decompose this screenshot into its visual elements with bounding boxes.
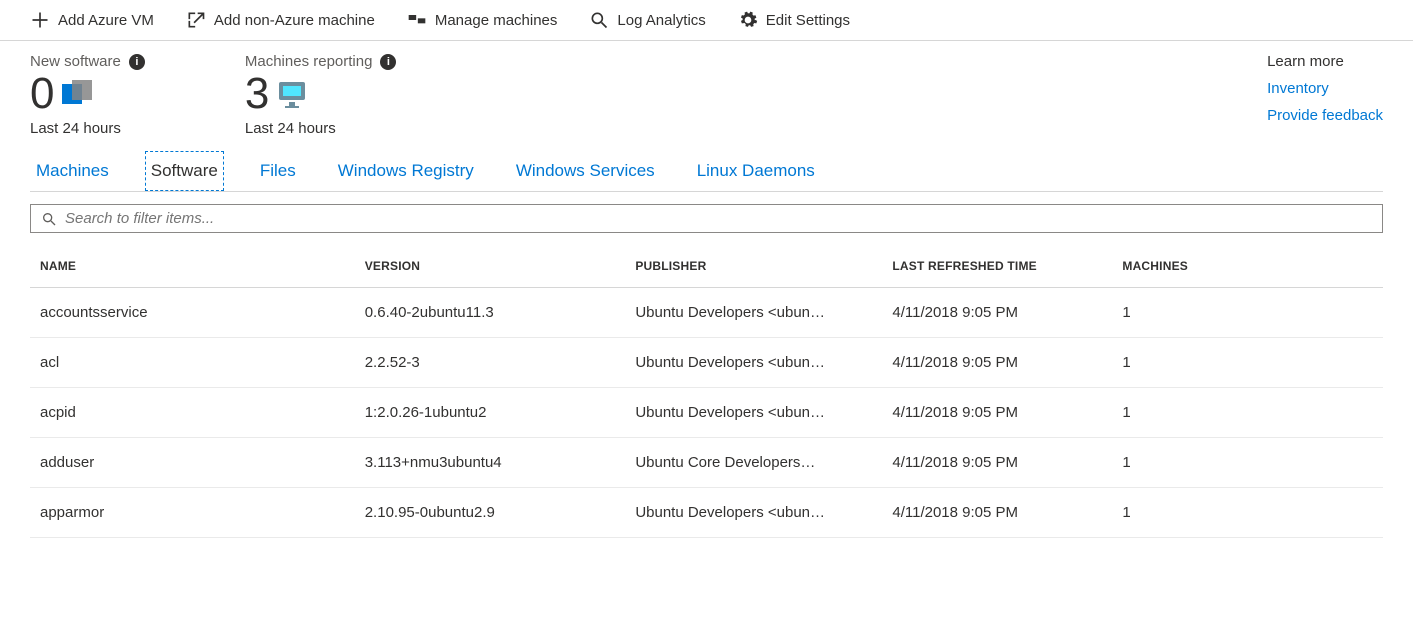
tab-software[interactable]: Software — [145, 151, 224, 191]
table-row[interactable]: apparmor2.10.95-0ubuntu2.9Ubuntu Develop… — [30, 488, 1383, 538]
summary-row: New software i 0 Last 24 hours Machines … — [0, 41, 1413, 151]
info-icon[interactable]: i — [380, 54, 396, 70]
toolbar: Add Azure VM Add non-Azure machine Manag… — [0, 0, 1413, 41]
table-header-row: NAME VERSION PUBLISHER LAST REFRESHED TI… — [30, 245, 1383, 288]
manage-machines-button[interactable]: Manage machines — [407, 10, 558, 30]
cell-refreshed: 4/11/2018 9:05 PM — [882, 488, 1112, 538]
header-version[interactable]: VERSION — [355, 245, 626, 288]
cell-version: 3.113+nmu3ubuntu4 — [355, 438, 626, 488]
software-icon — [62, 80, 92, 108]
cell-publisher: Ubuntu Developers <ubun… — [625, 388, 882, 438]
cell-name: apparmor — [30, 488, 355, 538]
stat-new-software: New software i 0 Last 24 hours — [30, 53, 145, 137]
stat-machines-reporting-label: Machines reporting — [245, 53, 373, 70]
cell-machines: 1 — [1112, 388, 1383, 438]
plus-icon — [30, 10, 50, 30]
table-row[interactable]: acl2.2.52-3Ubuntu Developers <ubun…4/11/… — [30, 338, 1383, 388]
cell-machines: 1 — [1112, 338, 1383, 388]
inventory-link[interactable]: Inventory — [1267, 80, 1383, 97]
stat-machines-reporting-value: 3 — [245, 72, 269, 116]
info-icon[interactable]: i — [129, 54, 145, 70]
header-name[interactable]: NAME — [30, 245, 355, 288]
add-non-azure-label: Add non-Azure machine — [214, 12, 375, 29]
cell-version: 0.6.40-2ubuntu11.3 — [355, 288, 626, 338]
log-analytics-button[interactable]: Log Analytics — [589, 10, 705, 30]
header-refreshed[interactable]: LAST REFRESHED TIME — [882, 245, 1112, 288]
cell-name: acpid — [30, 388, 355, 438]
cell-refreshed: 4/11/2018 9:05 PM — [882, 388, 1112, 438]
cell-publisher: Ubuntu Core Developers… — [625, 438, 882, 488]
tab-services[interactable]: Windows Services — [510, 151, 661, 191]
learn-more-links: Learn more Inventory Provide feedback — [1267, 53, 1383, 137]
edit-settings-button[interactable]: Edit Settings — [738, 10, 850, 30]
cell-name: adduser — [30, 438, 355, 488]
learn-more-heading: Learn more — [1267, 53, 1383, 70]
cell-publisher: Ubuntu Developers <ubun… — [625, 288, 882, 338]
header-publisher[interactable]: PUBLISHER — [625, 245, 882, 288]
cell-version: 2.2.52-3 — [355, 338, 626, 388]
cell-refreshed: 4/11/2018 9:05 PM — [882, 288, 1112, 338]
table-row[interactable]: acpid1:2.0.26-1ubuntu2Ubuntu Developers … — [30, 388, 1383, 438]
machines-icon — [407, 10, 427, 30]
edit-settings-label: Edit Settings — [766, 12, 850, 29]
stat-machines-reporting: Machines reporting i 3 Last 24 hours — [245, 53, 397, 137]
external-link-icon — [186, 10, 206, 30]
search-icon — [41, 211, 57, 227]
add-non-azure-button[interactable]: Add non-Azure machine — [186, 10, 375, 30]
search-input[interactable] — [65, 210, 1372, 227]
feedback-link[interactable]: Provide feedback — [1267, 107, 1383, 124]
cell-refreshed: 4/11/2018 9:05 PM — [882, 338, 1112, 388]
cell-name: acl — [30, 338, 355, 388]
cell-refreshed: 4/11/2018 9:05 PM — [882, 438, 1112, 488]
manage-machines-label: Manage machines — [435, 12, 558, 29]
cell-version: 2.10.95-0ubuntu2.9 — [355, 488, 626, 538]
software-table: NAME VERSION PUBLISHER LAST REFRESHED TI… — [30, 245, 1383, 538]
search-icon — [589, 10, 609, 30]
header-machines[interactable]: MACHINES — [1112, 245, 1383, 288]
tab-files[interactable]: Files — [254, 151, 302, 191]
cell-machines: 1 — [1112, 288, 1383, 338]
stat-new-software-label: New software — [30, 53, 121, 70]
add-azure-vm-label: Add Azure VM — [58, 12, 154, 29]
tab-machines[interactable]: Machines — [30, 151, 115, 191]
log-analytics-label: Log Analytics — [617, 12, 705, 29]
cell-publisher: Ubuntu Developers <ubun… — [625, 488, 882, 538]
tab-registry[interactable]: Windows Registry — [332, 151, 480, 191]
cell-name: accountsservice — [30, 288, 355, 338]
add-azure-vm-button[interactable]: Add Azure VM — [30, 10, 154, 30]
cell-machines: 1 — [1112, 438, 1383, 488]
stat-new-software-value: 0 — [30, 72, 54, 116]
search-box[interactable] — [30, 204, 1383, 233]
tabs: Machines Software Files Windows Registry… — [30, 151, 1383, 192]
monitor-icon — [277, 80, 307, 108]
table-row[interactable]: adduser3.113+nmu3ubuntu4Ubuntu Core Deve… — [30, 438, 1383, 488]
cell-machines: 1 — [1112, 488, 1383, 538]
cell-version: 1:2.0.26-1ubuntu2 — [355, 388, 626, 438]
stat-machines-reporting-sub: Last 24 hours — [245, 120, 397, 137]
table-row[interactable]: accountsservice0.6.40-2ubuntu11.3Ubuntu … — [30, 288, 1383, 338]
gear-icon — [738, 10, 758, 30]
tab-daemons[interactable]: Linux Daemons — [691, 151, 821, 191]
stat-new-software-sub: Last 24 hours — [30, 120, 145, 137]
cell-publisher: Ubuntu Developers <ubun… — [625, 338, 882, 388]
